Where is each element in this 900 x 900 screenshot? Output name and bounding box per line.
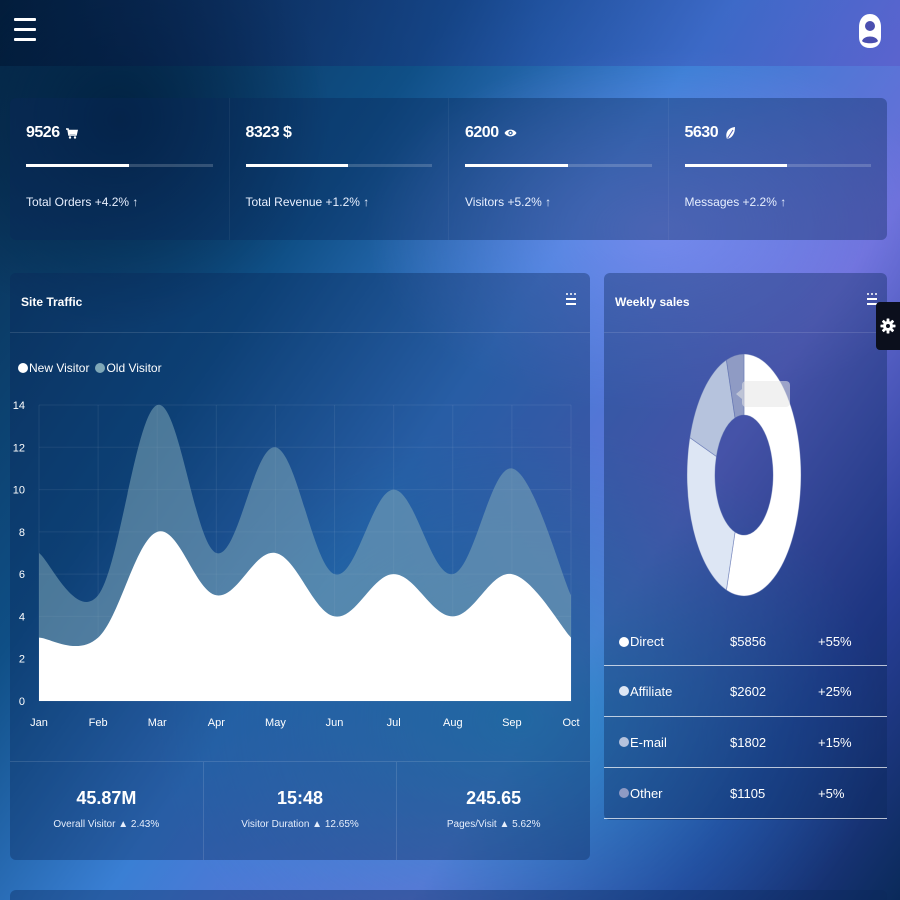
row-swatch	[619, 686, 629, 696]
sales-row-affiliate: Affiliate $2602 +25%	[604, 666, 887, 717]
sales-row-email: E-mail $1802 +15%	[604, 717, 887, 768]
y-tick-label: 0	[19, 696, 25, 708]
summary-pages-visit: 245.65 Pages/Visit ▲ 5.62%	[397, 762, 590, 860]
summary-value: 245.65	[466, 788, 522, 808]
x-tick-label: May	[265, 717, 286, 729]
stats-panel: 9526 Total Orders +4.2% ↑ 8323 $ Total R…	[10, 98, 887, 240]
row-percent: +55%	[818, 634, 852, 649]
y-tick-label: 6	[19, 569, 25, 581]
row-name: Other	[630, 785, 663, 801]
panel-header: Site Traffic	[10, 273, 590, 333]
row-percent: +25%	[818, 683, 852, 699]
panel-title: Weekly sales	[615, 295, 690, 309]
stat-value: 6200	[465, 124, 499, 141]
sales-table: Direct $5856 +55% Affiliate $2602 +25% E…	[604, 618, 887, 819]
y-tick-label: 10	[13, 485, 25, 497]
stat-label: Total Revenue +1.2% ↑	[245, 195, 370, 209]
y-tick-label: 8	[19, 527, 25, 539]
x-tick-label: Jun	[326, 717, 344, 729]
chart-legend: New Visitor Old Visitor	[18, 361, 168, 375]
eye-icon	[504, 126, 518, 140]
x-tick-label: Apr	[208, 717, 225, 729]
stat-value: 5630	[684, 124, 719, 141]
row-percent: +15%	[818, 734, 852, 750]
progress-bar	[245, 164, 432, 167]
legend-item-old-visitor[interactable]: Old Visitor	[95, 361, 162, 375]
stat-label: Visitors +5.2% ↑	[465, 195, 552, 209]
row-name: Affiliate	[630, 683, 673, 699]
panel-header: Weekly sales	[604, 273, 887, 333]
summary-label: Visitor Duration ▲ 12.65%	[241, 819, 359, 830]
summary-overall-visitor: 45.87M Overall Visitor ▲ 2.43%	[10, 762, 204, 860]
x-tick-label: Mar	[148, 717, 167, 729]
x-tick-label: Oct	[562, 717, 579, 729]
bottom-panel	[10, 890, 887, 900]
legend-item-new-visitor[interactable]: New Visitor	[18, 361, 89, 375]
donut-tooltip	[742, 381, 790, 407]
progress-bar-fill	[26, 164, 129, 167]
row-name: E-mail	[630, 734, 667, 750]
summary-value: 45.87M	[76, 788, 137, 808]
x-tick-label: Jan	[30, 717, 48, 729]
stat-value: 9526	[26, 124, 60, 141]
y-tick-label: 14	[13, 400, 25, 412]
legend-label: Old Visitor	[106, 361, 162, 375]
legend-swatch	[18, 363, 28, 373]
site-traffic-chart: 0 2 4 6 8 10 12 14 Jan Feb Mar Apr May Jun Jul Aug Sep Oc…	[13, 400, 580, 729]
more-options-icon[interactable]	[564, 293, 578, 309]
legend-label: New Visitor	[29, 361, 90, 375]
user-avatar-icon[interactable]	[856, 10, 884, 52]
weekly-sales-panel: Weekly sales Direct $5856 +55% Affiliate…	[604, 273, 887, 820]
summary-label: Pages/Visit ▲ 5.62%	[446, 819, 541, 830]
sales-row-direct: Direct $5856 +55%	[604, 618, 887, 666]
progress-bar	[26, 164, 213, 167]
y-tick-label: 2	[19, 654, 25, 666]
progress-bar	[684, 164, 871, 167]
progress-bar-fill	[684, 164, 788, 167]
row-swatch	[619, 636, 629, 647]
stat-value: 8323 $	[245, 124, 292, 141]
legend-swatch	[95, 363, 106, 373]
x-tick-label: Aug	[443, 717, 463, 729]
leaf-icon	[723, 126, 737, 140]
x-tick-label: Sep	[502, 717, 522, 729]
x-tick-label: Jul	[387, 717, 401, 729]
top-bar	[0, 0, 900, 66]
gear-icon	[880, 318, 896, 334]
row-amount: $1105	[730, 785, 766, 801]
row-amount: $1802	[730, 734, 767, 750]
traffic-summary: 45.87M Overall Visitor ▲ 2.43% 15:48 Vis…	[10, 761, 590, 860]
hamburger-menu-icon[interactable]	[14, 18, 36, 46]
progress-bar	[465, 164, 652, 167]
panel-title: Site Traffic	[21, 295, 83, 309]
progress-bar-fill	[245, 164, 349, 167]
row-swatch	[619, 788, 629, 798]
site-traffic-panel: Site Traffic New Visitor Old Visitor 024…	[10, 273, 590, 860]
y-tick-label: 4	[19, 611, 25, 623]
stat-label: Total Orders +4.2% ↑	[26, 195, 139, 209]
progress-bar-fill	[465, 164, 568, 167]
stat-messages: 5630 Messages +2.2% ↑	[669, 98, 888, 240]
stat-visitors: 6200 Visitors +5.2% ↑	[449, 98, 669, 240]
y-tick-label: 12	[13, 442, 25, 454]
sales-row-other: Other $1105 +5%	[604, 768, 887, 819]
x-tick-label: Feb	[89, 717, 108, 729]
row-name: Direct	[630, 634, 664, 649]
summary-label: Overall Visitor ▲ 2.43%	[53, 819, 160, 830]
summary-visitor-duration: 15:48 Visitor Duration ▲ 12.65%	[204, 762, 398, 860]
cart-icon	[65, 126, 79, 140]
row-percent: +5%	[818, 785, 845, 801]
stat-total-revenue: 8323 $ Total Revenue +1.2% ↑	[230, 98, 449, 240]
row-swatch	[619, 737, 629, 747]
settings-tab[interactable]	[876, 302, 900, 350]
stat-total-orders: 9526 Total Orders +4.2% ↑	[10, 98, 230, 240]
donut-slice-affiliate	[686, 436, 736, 591]
row-amount: $5856	[730, 634, 767, 649]
stat-label: Messages +2.2% ↑	[684, 195, 787, 209]
weekly-sales-donut-chart	[686, 353, 802, 597]
row-amount: $2602	[730, 683, 767, 699]
summary-value: 15:48	[276, 788, 324, 808]
